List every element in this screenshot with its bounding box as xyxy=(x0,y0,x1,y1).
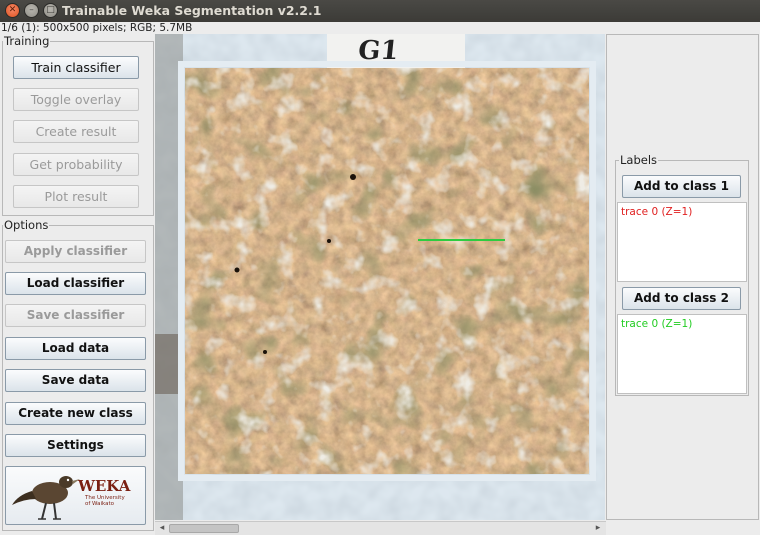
toggle-overlay-button[interactable]: Toggle overlay xyxy=(13,88,139,111)
weka-logo-text: WEKA xyxy=(78,477,131,495)
get-probability-button[interactable]: Get probability xyxy=(13,153,139,176)
scroll-left-icon[interactable]: ◂ xyxy=(156,523,168,534)
scroll-thumb[interactable] xyxy=(169,524,239,533)
labels-title: Labels xyxy=(619,153,659,167)
train-classifier-button[interactable]: Train classifier xyxy=(13,56,139,79)
weka-logo[interactable]: WEKA The University of Waikato xyxy=(5,466,146,525)
class-1-trace-list[interactable]: trace 0 (Z=1) xyxy=(617,202,747,282)
options-title: Options xyxy=(3,218,50,232)
create-result-button[interactable]: Create result xyxy=(13,120,139,143)
save-data-button[interactable]: Save data xyxy=(5,369,146,392)
settings-button[interactable]: Settings xyxy=(5,434,146,457)
window-title: Trainable Weka Segmentation v2.2.1 xyxy=(62,3,322,18)
image-canvas[interactable]: G1 xyxy=(155,34,605,520)
app-window: ✕ – □ Trainable Weka Segmentation v2.2.1… xyxy=(0,0,760,535)
add-to-class-1-button[interactable]: Add to class 1 xyxy=(622,175,741,198)
class-2-trace-list[interactable]: trace 0 (Z=1) xyxy=(617,314,747,394)
training-title: Training xyxy=(3,34,51,48)
plot-result-button[interactable]: Plot result xyxy=(13,185,139,208)
soil-sample-image[interactable]: G1 xyxy=(155,34,605,520)
save-classifier-button[interactable]: Save classifier xyxy=(5,304,146,327)
weka-logo-university: The University of Waikato xyxy=(85,495,125,507)
create-new-class-button[interactable]: Create new class xyxy=(5,402,146,425)
horizontal-scrollbar[interactable]: ◂ ▸ xyxy=(155,521,606,535)
title-bar: ✕ – □ Trainable Weka Segmentation v2.2.1 xyxy=(0,0,760,22)
minimize-icon[interactable]: – xyxy=(24,3,39,18)
load-classifier-button[interactable]: Load classifier xyxy=(5,272,146,295)
apply-classifier-button[interactable]: Apply classifier xyxy=(5,240,146,263)
image-info: 1/6 (1): 500x500 pixels; RGB; 5.7MB xyxy=(1,22,193,34)
class-1-trace-item[interactable]: trace 0 (Z=1) xyxy=(621,206,692,218)
maximize-icon[interactable]: □ xyxy=(43,3,58,18)
close-icon[interactable]: ✕ xyxy=(5,3,20,18)
class-2-trace-item[interactable]: trace 0 (Z=1) xyxy=(621,318,692,330)
scroll-right-icon[interactable]: ▸ xyxy=(592,523,604,534)
weka-bird-icon xyxy=(12,476,80,520)
load-data-button[interactable]: Load data xyxy=(5,337,146,360)
add-to-class-2-button[interactable]: Add to class 2 xyxy=(622,287,741,310)
